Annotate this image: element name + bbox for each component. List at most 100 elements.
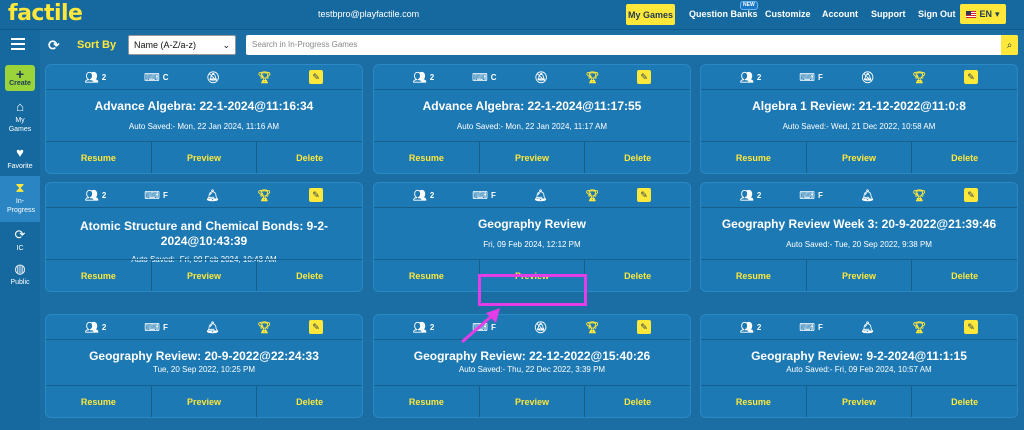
delete-button[interactable]: Delete [257,142,362,173]
game-card: 👥︎ 2 ⌨︎ C 🔕︎ 🏆︎ ✎ Advance Algebra: 22-1-20… [45,64,363,174]
teams-count: 👥︎ 2 [412,189,435,202]
refresh-circle-icon: ⟳ [14,227,26,242]
support-link[interactable]: Support [871,9,906,19]
sort-select[interactable]: Name (A-Z/a-z) ⌄ [128,35,236,55]
resume-button[interactable]: Resume [46,386,152,417]
delete-button[interactable]: Delete [585,386,690,417]
user-email: testbpro@playfactile.com [318,9,420,19]
delete-button[interactable]: Delete [912,386,1017,417]
resume-button[interactable]: Resume [374,142,480,173]
preview-button[interactable]: Preview [807,142,913,173]
game-mode: ⌨︎ C [471,71,497,84]
top-bar: factile testbpro@playfactile.com My Game… [0,0,1024,30]
teams-count: 👥︎ 2 [84,321,107,334]
trophy-icon: 🏆︎ [585,321,600,334]
question-banks-link[interactable]: Question Banks [689,9,758,19]
bell-icon: 🔔︎ [860,321,875,334]
search-icon[interactable]: ⌕ [1001,35,1018,55]
edit-icon[interactable]: ✎ [964,70,979,84]
sidebar-item-public[interactable]: ◍ Public [0,262,40,292]
users-icon: 👥︎ [412,189,427,202]
game-mode: ⌨︎F [144,321,168,334]
resume-button[interactable]: Resume [701,142,807,173]
preview-highlight-box [478,274,587,306]
trophy-icon: 🏆︎ [585,71,600,84]
preview-button[interactable]: Preview [152,386,258,417]
resume-button[interactable]: Resume [46,260,152,291]
preview-button[interactable]: Preview [807,260,913,291]
delete-button[interactable]: Delete [257,386,362,417]
bell-muted-icon: 🔕︎ [533,321,548,334]
card-icon-row: 👥︎ 2 ⌨︎ F 🔔︎ 🏆︎ ✎ [701,183,1017,208]
edit-icon[interactable]: ✎ [637,320,652,334]
delete-button[interactable]: Delete [585,260,690,291]
game-title: Atomic Structure and Chemical Bonds: 9-2… [79,219,329,248]
edit-icon[interactable]: ✎ [637,188,652,202]
resume-button[interactable]: Resume [701,260,807,291]
resume-button[interactable]: Resume [46,142,152,173]
plus-icon: + [15,66,25,82]
sidebar-item-favorite[interactable]: ♥ Favorite [0,146,40,174]
preview-button[interactable]: Preview [480,142,586,173]
trophy-icon: 🏆︎ [257,71,272,84]
edit-icon[interactable]: ✎ [964,320,979,334]
game-mode: ⌨︎F [144,189,168,202]
gamepad-icon: ⌨︎ [799,189,815,202]
us-flag-icon [966,10,977,18]
game-card: 👥︎ 2 ⌨︎ F 🔔︎ 🏆︎ ✎ Geography Review: 9-2-20… [700,314,1018,418]
edit-icon[interactable]: ✎ [309,320,324,334]
saved-timestamp: Fri, 09 Feb 2024, 12:12 PM [483,240,581,249]
delete-button[interactable]: Delete [912,260,1017,291]
delete-button[interactable]: Delete [912,142,1017,173]
preview-button[interactable]: Preview [807,386,913,417]
bell-muted-icon: 🔕︎ [206,71,221,84]
teams-count: 👥︎ 2 [412,71,435,84]
my-games-button[interactable]: My Games [626,4,675,25]
sign-out-link[interactable]: Sign Out [918,9,956,19]
preview-button[interactable]: Preview [480,386,586,417]
gamepad-icon: ⌨︎ [472,189,488,202]
game-title: Geography Review: 20-9-2022@22:24:33 [89,349,319,363]
delete-button[interactable]: Delete [257,260,362,291]
trophy-icon: 🏆︎ [257,321,272,334]
saved-timestamp: Auto Saved:- Fri, 09 Feb 2024, 10:57 AM [786,365,932,374]
resume-button[interactable]: Resume [374,260,480,291]
teams-count: 👥︎ 2 [739,321,762,334]
logo[interactable]: factile [8,1,83,26]
teams-count: 👥︎ 2 [84,71,107,84]
refresh-icon[interactable]: ⟳ [48,37,60,54]
sidebar-item-my-games[interactable]: ⌂ My Games [0,100,40,140]
customize-link[interactable]: Customize [765,9,811,19]
game-title: Algebra 1 Review: 21-12-2022@11:0:8 [752,99,966,113]
chevron-down-icon: ⌄ [222,40,230,50]
sidebar-item-in-progress[interactable]: ⧗ In-Progress [0,176,40,222]
edit-icon[interactable]: ✎ [309,188,324,202]
gamepad-icon: ⌨︎ [799,71,815,84]
game-title: Advance Algebra: 22-1-2024@11:16:34 [94,99,314,113]
preview-button[interactable]: Preview [152,142,258,173]
edit-icon[interactable]: ✎ [964,188,979,202]
account-link[interactable]: Account [822,9,858,19]
resume-button[interactable]: Resume [374,386,480,417]
language-label: EN [979,9,992,19]
language-button[interactable]: EN ▾ [960,4,1006,24]
gamepad-icon: ⌨︎ [143,71,160,84]
delete-button[interactable]: Delete [585,142,690,173]
hamburger-menu-icon[interactable] [11,38,25,50]
edit-icon[interactable]: ✎ [309,70,324,84]
gamepad-icon: ⌨︎ [144,189,160,202]
game-title: Geography Review [477,217,587,231]
search-input[interactable]: Search in In-Progress Games [246,35,1018,55]
edit-icon[interactable]: ✎ [637,70,652,84]
sort-by-label: Sort By [77,39,117,51]
card-actions: Resume Preview Delete [46,141,362,173]
resume-button[interactable]: Resume [701,386,807,417]
card-icon-row: 👥︎2 ⌨︎F 🔕︎ 🏆︎ ✎ [701,65,1017,90]
card-actions: Resume Preview Delete [701,259,1017,291]
globe-icon: ◍ [14,261,26,276]
sidebar-item-ic[interactable]: ⟳ IC [0,228,40,256]
card-icon-row: 👥︎ 2 ⌨︎ F 🔔︎ 🏆︎ ✎ [46,183,362,208]
users-icon: 👥︎ [412,321,427,334]
create-button[interactable]: + Create [5,65,35,91]
preview-button[interactable]: Preview [152,260,258,291]
